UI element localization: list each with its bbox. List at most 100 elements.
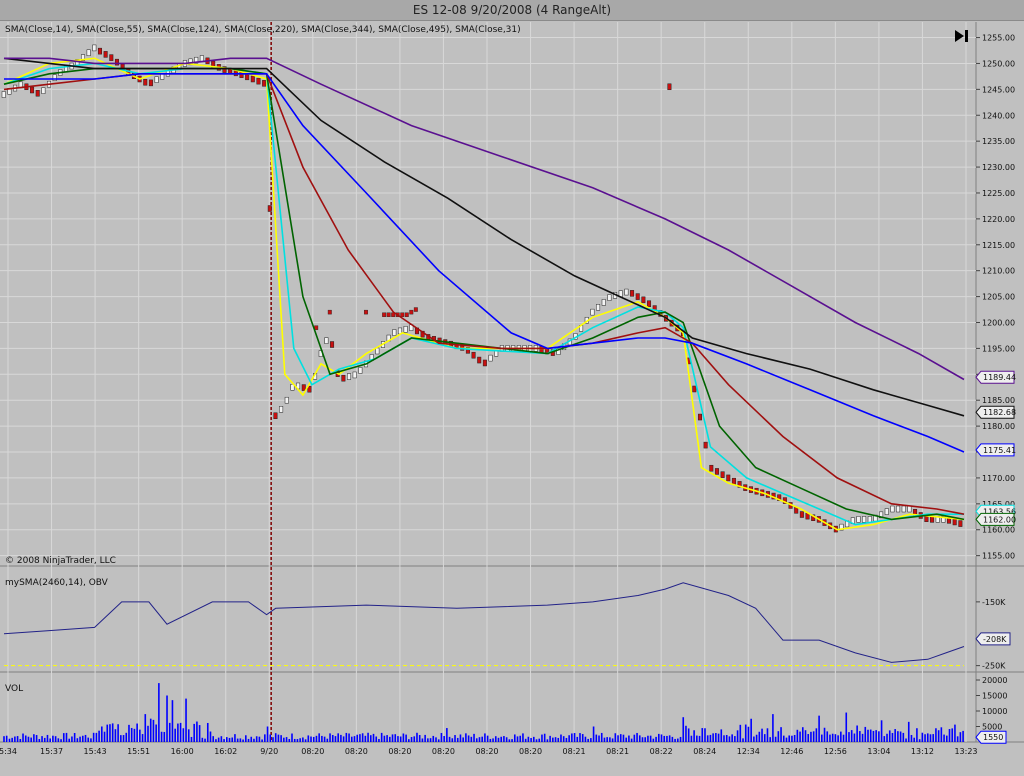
chart-canvas[interactable]: 1155.001160.001165.001170.001175.001180.… xyxy=(0,0,1024,776)
copyright-text: © 2008 NinjaTrader, LLC xyxy=(5,556,116,566)
volume-bar xyxy=(98,730,100,742)
volume-bar xyxy=(611,738,614,742)
y-tick-label: 1245.00 xyxy=(982,85,1015,94)
volume-bar xyxy=(891,732,894,742)
price-bar xyxy=(641,296,646,304)
volume-bar xyxy=(698,735,701,742)
volume-bar xyxy=(753,736,755,742)
volume-bar xyxy=(16,736,19,742)
volume-bar xyxy=(125,732,128,742)
volume-bar xyxy=(500,736,503,742)
volume-bar xyxy=(755,734,758,742)
volume-bar xyxy=(95,732,98,742)
price-bar xyxy=(279,406,284,413)
volume-bar xyxy=(372,733,375,742)
volume-bar xyxy=(592,726,595,742)
volume-bar xyxy=(141,734,144,742)
volume-bar xyxy=(391,734,394,742)
price-bar xyxy=(262,80,267,87)
volume-bar xyxy=(503,736,505,742)
go-to-last-bar-button[interactable] xyxy=(949,26,973,46)
volume-bar xyxy=(932,734,935,742)
volume-bar xyxy=(62,733,65,742)
volume-bar xyxy=(674,738,676,742)
price-bar xyxy=(799,511,804,518)
volume-bar xyxy=(416,732,418,742)
volume-bar xyxy=(641,737,644,742)
volume-bar xyxy=(109,724,111,742)
volume-bar xyxy=(283,737,285,742)
volume-bar xyxy=(913,737,915,742)
price-bar xyxy=(590,308,595,316)
volume-bar xyxy=(831,733,834,742)
volume-bar xyxy=(690,735,693,742)
volume-bar xyxy=(367,732,369,742)
volume-bar xyxy=(731,734,733,742)
volume-bar xyxy=(780,727,782,742)
volume-bar xyxy=(3,736,5,742)
volume-bar xyxy=(345,732,348,742)
volume-bar xyxy=(473,733,475,742)
volume-bar xyxy=(122,735,125,742)
price-marker-label: 1182.68 xyxy=(983,408,1016,417)
price-bar xyxy=(403,326,408,333)
volume-bar xyxy=(905,738,907,742)
volume-bar xyxy=(467,735,470,742)
volume-bar xyxy=(929,734,932,742)
volume-bar xyxy=(677,738,679,742)
volume-bar xyxy=(609,737,611,742)
price-bar xyxy=(482,359,487,367)
volume-bar xyxy=(883,736,886,742)
y-tick-label: 10000 xyxy=(982,707,1007,716)
volume-bar xyxy=(337,733,339,742)
volume-bar xyxy=(440,732,443,742)
volume-bar xyxy=(880,720,883,742)
volume-bar xyxy=(742,738,744,742)
y-tick-label: 1235.00 xyxy=(982,137,1015,146)
volume-bar xyxy=(139,729,141,742)
volume-bar xyxy=(750,718,752,742)
volume-bar xyxy=(250,736,253,742)
volume-bar xyxy=(163,731,166,742)
price-bar xyxy=(952,518,957,526)
y-tick-label: -250K xyxy=(982,662,1006,671)
y-tick-label: 1180.00 xyxy=(982,422,1015,431)
volume-bar xyxy=(253,738,255,742)
volume-bar xyxy=(796,729,799,742)
volume-bar xyxy=(948,729,951,742)
x-tick-label: 16:00 xyxy=(171,747,194,756)
volume-bar xyxy=(530,737,532,742)
volume-bar xyxy=(478,737,481,742)
volume-bar xyxy=(459,734,462,742)
price-bar xyxy=(250,75,255,83)
volume-bar xyxy=(907,721,910,742)
volume-bar xyxy=(815,728,818,742)
volume-bar xyxy=(848,732,850,742)
volume-bar xyxy=(723,735,725,742)
indicators-label: SMA(Close,14), SMA(Close,55), SMA(Close,… xyxy=(5,25,521,35)
volume-bar xyxy=(505,737,508,742)
volume-bar xyxy=(288,738,291,742)
volume-bar xyxy=(633,734,636,742)
volume-bar xyxy=(842,734,845,742)
x-tick-label: 15:51 xyxy=(127,747,150,756)
price-bar xyxy=(596,304,601,311)
volume-bar xyxy=(875,730,877,742)
volume-bar xyxy=(826,731,829,742)
volume-bar xyxy=(190,736,193,742)
volume-bar xyxy=(375,736,378,742)
volume-bar xyxy=(223,739,225,742)
price-bar xyxy=(667,83,672,91)
volume-bar xyxy=(299,738,301,742)
volume-bar xyxy=(60,739,62,742)
volume-bar xyxy=(937,730,940,742)
volume-bar xyxy=(342,736,345,742)
volume-bar xyxy=(451,738,454,742)
volume-bar xyxy=(46,734,49,742)
volume-bar xyxy=(734,736,736,742)
y-tick-label: 5000 xyxy=(982,723,1002,732)
volume-bar xyxy=(725,734,728,742)
volume-bar xyxy=(24,735,27,742)
volume-bar xyxy=(65,732,68,742)
price-bar xyxy=(273,412,278,420)
